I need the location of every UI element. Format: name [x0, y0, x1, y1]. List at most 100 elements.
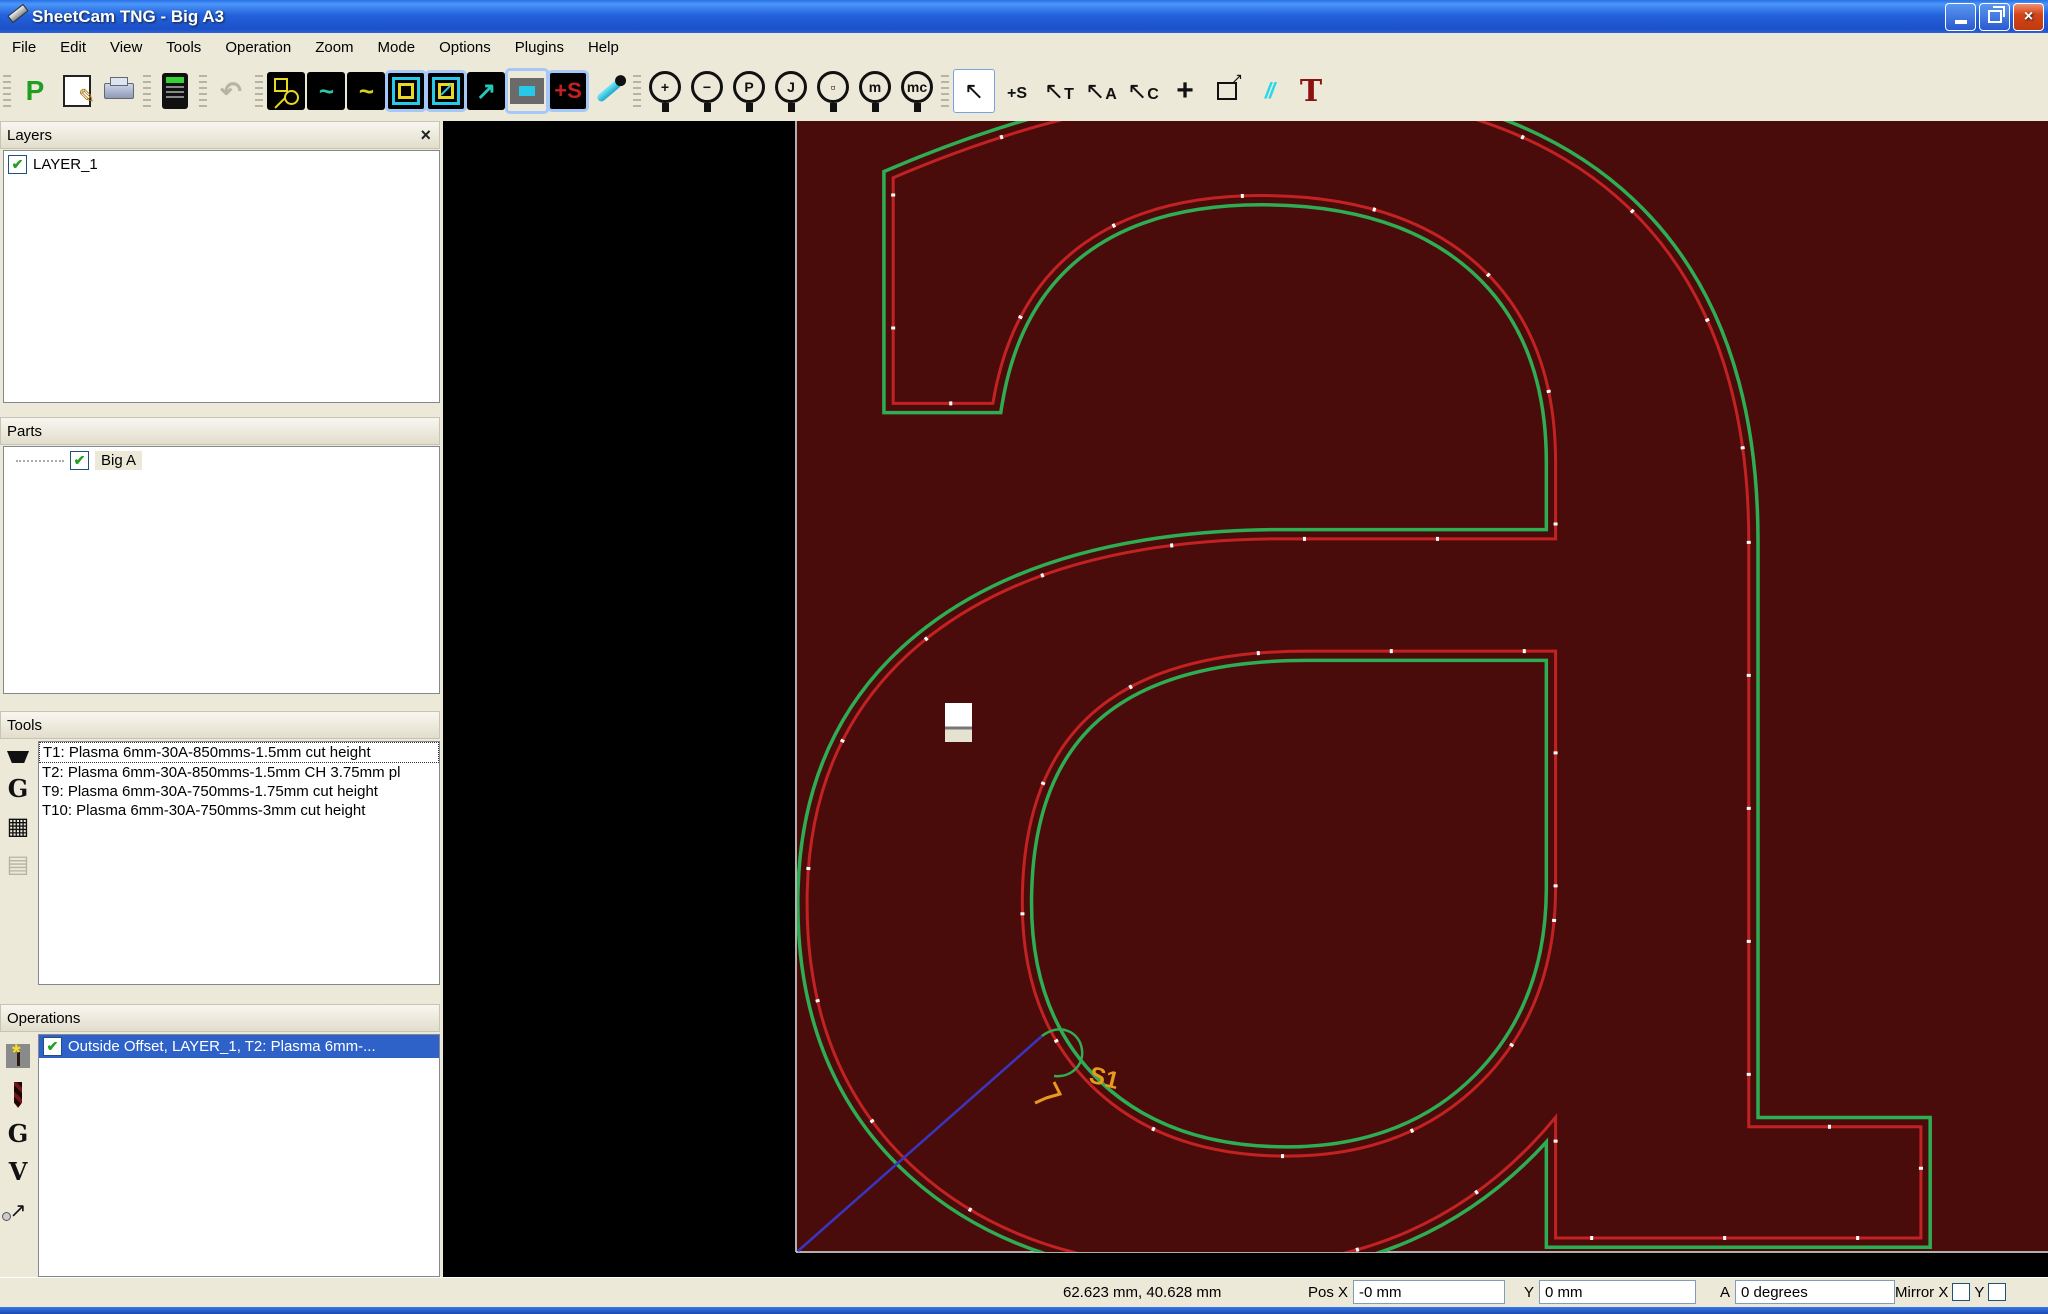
layer-item[interactable]: ✔ LAYER_1	[4, 151, 439, 178]
layer-checkbox[interactable]: ✔	[8, 155, 27, 174]
close-button[interactable]: ×	[2013, 2, 2044, 31]
minimize-button[interactable]	[1945, 2, 1976, 31]
mirror-group: Mirror X Y	[1895, 1280, 2010, 1304]
show-path-toggle[interactable]: ~	[307, 72, 345, 110]
select-tab-button[interactable]: ↖T	[1039, 70, 1079, 112]
tool-table-icon[interactable]: ▦	[7, 815, 30, 839]
operation-item[interactable]: ✔ Outside Offset, LAYER_1, T2: Plasma 6m…	[39, 1035, 439, 1058]
toolbar-grip[interactable]	[633, 71, 641, 111]
mirror-x-checkbox[interactable]	[1952, 1283, 1971, 1301]
operation-checkbox[interactable]: ✔	[43, 1037, 62, 1056]
close-layers-icon[interactable]: ×	[420, 125, 431, 146]
toolbar-grip[interactable]	[143, 71, 151, 111]
menu-edit[interactable]: Edit	[48, 35, 98, 60]
mouse-cursor	[945, 703, 972, 742]
post-process-button[interactable]: P	[15, 70, 55, 112]
zoom-out-icon: −	[689, 70, 725, 112]
zoom-machine-button[interactable]: mc	[897, 70, 937, 112]
tool-item[interactable]: T10: Plasma 6mm-30A-750mms-3mm cut heigh…	[39, 801, 439, 820]
text-tool-icon: T	[1299, 73, 1323, 109]
tools-icon-strip: G ▦ ▤	[0, 741, 36, 995]
layers-list[interactable]: ✔ LAYER_1	[3, 150, 440, 403]
part-item[interactable]: ✔ Big A	[4, 447, 439, 474]
select-contour-button[interactable]: ↖C	[1123, 70, 1163, 112]
gcode-icon[interactable]: G	[8, 777, 29, 801]
print-button[interactable]	[99, 70, 139, 112]
undo-button[interactable]: ↶	[211, 70, 251, 112]
calculator-button[interactable]	[155, 70, 195, 112]
plasma-torch-icon[interactable]	[7, 751, 29, 763]
menu-mode[interactable]: Mode	[366, 35, 428, 60]
snap-lines-button[interactable]: //	[1249, 70, 1289, 112]
pos-x-field[interactable]: -0 mm	[1353, 1280, 1506, 1304]
move-part-button[interactable]: +	[1165, 70, 1205, 112]
menu-file[interactable]: File	[0, 35, 48, 60]
toolbar-grip[interactable]	[3, 71, 11, 111]
layers-panel-header: Layers ×	[0, 121, 440, 149]
angle-field[interactable]: 0 degrees	[1735, 1280, 1896, 1304]
text-tool-button[interactable]: T	[1291, 70, 1331, 112]
menu-plugins[interactable]: Plugins	[503, 35, 576, 60]
edit-post-button[interactable]	[57, 70, 97, 112]
zoom-material-button[interactable]: m	[855, 70, 895, 112]
menu-tools[interactable]: Tools	[154, 35, 213, 60]
spline-arrow-icon: ~	[358, 75, 374, 106]
zoom-window-button[interactable]: ▫	[813, 70, 853, 112]
cursor-t-icon: ↖T	[1044, 77, 1074, 105]
tool-item[interactable]: T2: Plasma 6mm-30A-850mms-1.5mm CH 3.75m…	[39, 763, 439, 782]
drill-operation-icon[interactable]	[14, 1082, 22, 1108]
part-checkbox[interactable]: ✔	[70, 451, 89, 470]
restore-button[interactable]	[1979, 2, 2010, 31]
pos-y-field[interactable]: 0 mm	[1539, 1280, 1697, 1304]
edit-document-icon	[63, 75, 95, 109]
zoom-material-icon: m	[857, 70, 893, 112]
printer-icon	[104, 77, 134, 99]
menu-view[interactable]: View	[98, 35, 154, 60]
cursor-coordinates: 62.623 mm, 40.628 mm	[1063, 1283, 1222, 1301]
show-start-points-toggle[interactable]: +S	[547, 70, 589, 112]
transform-part-button[interactable]	[1207, 70, 1247, 112]
zoom-out-button[interactable]: −	[687, 70, 727, 112]
show-direction-toggle[interactable]: ~	[347, 72, 385, 110]
move-point-icon[interactable]: ↗	[1, 1198, 26, 1223]
show-material-toggle[interactable]	[385, 70, 427, 112]
title-bar[interactable]: SheetCam TNG - Big A3 ×	[0, 0, 2048, 33]
add-start-point-button[interactable]: +S	[997, 70, 1037, 112]
operation-label: Outside Offset, LAYER_1, T2: Plasma 6mm-…	[68, 1038, 376, 1055]
tree-connector	[16, 459, 64, 462]
tools-list[interactable]: T1: Plasma 6mm-30A-850mms-1.5mm cut heig…	[38, 741, 440, 985]
zoom-in-button[interactable]: +	[645, 70, 685, 112]
parts-panel-header: Parts	[0, 417, 440, 445]
show-points-toggle[interactable]	[267, 72, 305, 110]
transform-icon	[1217, 70, 1243, 100]
show-part-bounds-toggle[interactable]	[425, 70, 467, 112]
menu-options[interactable]: Options	[427, 35, 503, 60]
part-outline-group[interactable]: a a a a a	[700, 121, 1993, 1277]
menu-zoom[interactable]: Zoom	[303, 35, 365, 60]
mirror-y-checkbox[interactable]	[1988, 1283, 2007, 1301]
measure-tool-button[interactable]: ↗	[467, 72, 505, 110]
preview-operation-icon[interactable]: V	[9, 1160, 28, 1184]
pen-tool-button[interactable]	[589, 70, 629, 112]
tool-item[interactable]: T1: Plasma 6mm-30A-850mms-1.5mm cut heig…	[39, 742, 439, 763]
select-tool-button[interactable]: ↖	[953, 69, 995, 113]
parts-list[interactable]: ✔ Big A	[3, 446, 440, 694]
select-arc-button[interactable]: ↖A	[1081, 70, 1121, 112]
drawing-canvas[interactable]: a a a a a S1	[443, 121, 2048, 1277]
gcode-operation-icon[interactable]: G	[8, 1122, 29, 1146]
show-cut-rect-toggle[interactable]	[505, 68, 549, 114]
zoom-part-button[interactable]: P	[729, 70, 769, 112]
toolbar-grip[interactable]	[941, 71, 949, 111]
status-bar: 62.623 mm, 40.628 mm Pos X -0 mm Y 0 mm …	[0, 1277, 2048, 1308]
zoom-job-button[interactable]: J	[771, 70, 811, 112]
toolbar-grip[interactable]	[255, 71, 263, 111]
tool-item[interactable]: T9: Plasma 6mm-30A-750mms-1.75mm cut hei…	[39, 782, 439, 801]
toolbar-grip[interactable]	[199, 71, 207, 111]
menu-operation[interactable]: Operation	[213, 35, 303, 60]
undo-icon: ↶	[220, 75, 242, 106]
cut-operation-icon[interactable]	[6, 1040, 30, 1068]
operations-list[interactable]: ✔ Outside Offset, LAYER_1, T2: Plasma 6m…	[38, 1034, 440, 1277]
operations-panel-header: Operations	[0, 1004, 440, 1032]
spline-icon: ~	[318, 75, 334, 106]
menu-help[interactable]: Help	[576, 35, 631, 60]
